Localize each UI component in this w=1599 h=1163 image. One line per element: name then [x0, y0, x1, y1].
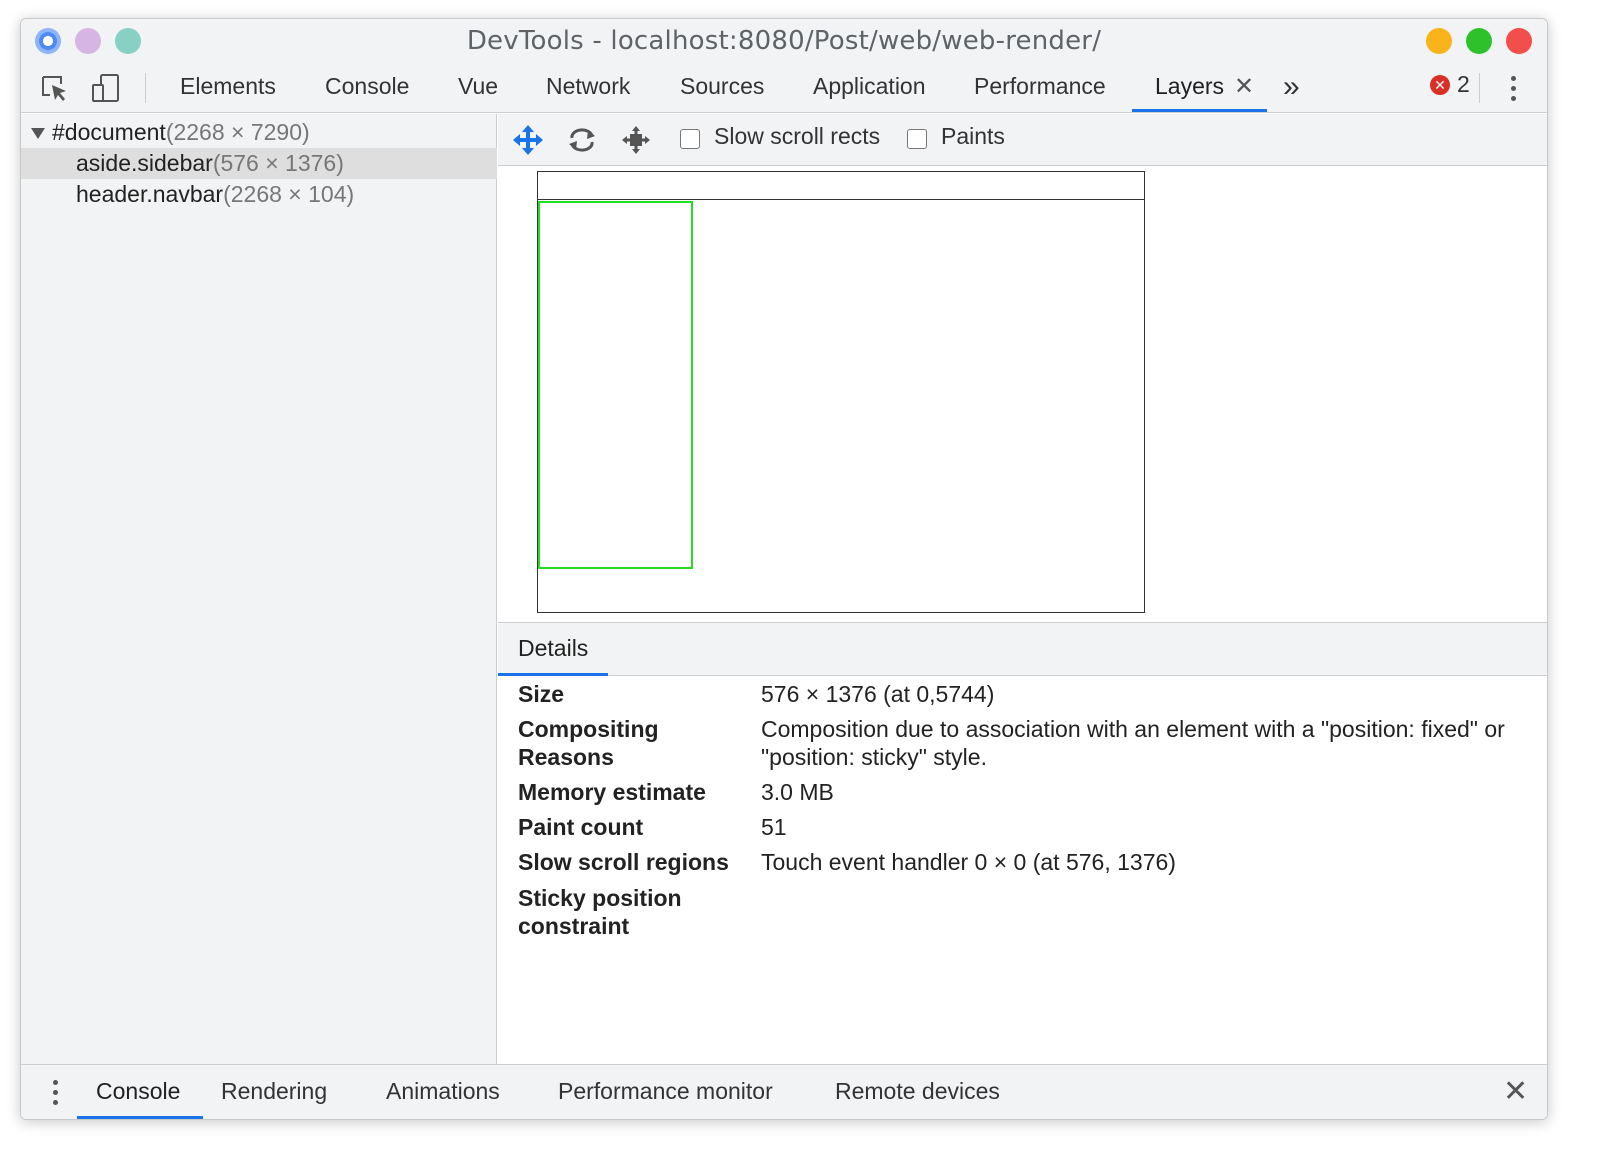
title-bar: DevTools - localhost:8080/Post/web/web-r…: [21, 19, 1547, 63]
drawer-tab-console[interactable]: Console: [96, 1065, 180, 1119]
details-tab-indicator: [498, 673, 608, 676]
window-dot-teal: [115, 28, 141, 54]
close-drawer-icon[interactable]: ✕: [1503, 1077, 1528, 1107]
tab-details[interactable]: Details: [518, 635, 588, 662]
details-tabbar: Details: [498, 622, 1547, 676]
more-tabs-icon[interactable]: »: [1283, 72, 1300, 102]
details-label: Paint count: [518, 814, 644, 840]
error-icon[interactable]: ✕: [1430, 75, 1450, 95]
customize-menu-icon[interactable]: [1509, 73, 1517, 103]
tab-vue[interactable]: Vue: [458, 63, 498, 113]
expand-arrow-icon[interactable]: [31, 128, 45, 139]
details-label: Sticky position constraint: [518, 885, 682, 939]
layers-toolbar: Slow scroll rects Paints: [498, 114, 1547, 166]
paints-label[interactable]: Paints: [941, 123, 1005, 150]
paints-checkbox[interactable]: [907, 129, 927, 149]
details-value: Touch event handler 0 × 0 (at 576, 1376): [761, 849, 1176, 875]
drawer-menu-icon[interactable]: [51, 1077, 59, 1109]
details-value: 3.0 MB: [761, 779, 834, 805]
layer-tree-panel: #document(2268 × 7290) aside.sidebar(576…: [21, 114, 497, 1064]
tab-sources[interactable]: Sources: [680, 63, 764, 113]
close-tab-icon[interactable]: ✕: [1234, 75, 1254, 99]
navbar-layer-rect[interactable]: [537, 171, 1145, 200]
layers-view-panel: Slow scroll rects Paints Details Size 57…: [498, 114, 1547, 1064]
tree-node-size: (2268 × 104): [223, 181, 355, 207]
details-label: Compositing Reasons: [518, 716, 659, 770]
tab-network[interactable]: Network: [546, 63, 630, 113]
toolbar-divider: [145, 73, 146, 103]
window-title: DevTools - localhost:8080/Post/web/web-r…: [466, 26, 1102, 56]
drawer-tab-performance-monitor[interactable]: Performance monitor: [558, 1065, 773, 1119]
minimize-button[interactable]: [1426, 28, 1452, 54]
tree-row-sidebar[interactable]: aside.sidebar(576 × 1376): [21, 148, 497, 179]
drawer-tab-remote-devices[interactable]: Remote devices: [835, 1065, 1000, 1119]
window-dot-purple: [75, 28, 101, 54]
tree-row-navbar[interactable]: header.navbar(2268 × 104): [21, 179, 497, 210]
tab-application[interactable]: Application: [813, 63, 926, 113]
tree-node-name: aside.sidebar: [76, 150, 213, 176]
tree-node-size: (2268 × 7290): [165, 119, 310, 145]
tab-layers[interactable]: Layers: [1155, 63, 1224, 113]
drawer-tab-rendering[interactable]: Rendering: [221, 1065, 327, 1119]
inspect-element-icon[interactable]: [39, 73, 69, 103]
tab-performance[interactable]: Performance: [974, 63, 1106, 113]
tree-node-name: header.navbar: [76, 181, 224, 207]
details-label: Memory estimate: [518, 779, 706, 805]
details-value: Composition due to association with an e…: [761, 716, 1505, 770]
slow-scroll-rects-label[interactable]: Slow scroll rects: [714, 123, 880, 150]
details-label: Slow scroll regions: [518, 849, 729, 875]
tree-row-document[interactable]: #document(2268 × 7290): [21, 117, 497, 148]
tree-node-size: (576 × 1376): [212, 150, 344, 176]
details-value: 576 × 1376 (at 0,5744): [761, 681, 995, 707]
active-tab-indicator: [1132, 109, 1267, 112]
slow-scroll-rects-checkbox[interactable]: [680, 129, 700, 149]
maximize-button[interactable]: [1466, 28, 1492, 54]
chrome-icon: [35, 28, 61, 54]
pan-mode-icon[interactable]: [512, 124, 544, 156]
close-window-button[interactable]: [1506, 28, 1532, 54]
toolbar-divider-right: [1479, 73, 1480, 103]
reset-transform-icon[interactable]: [620, 124, 652, 156]
tree-node-name: #document: [52, 119, 166, 145]
devtools-window: DevTools - localhost:8080/Post/web/web-r…: [20, 18, 1548, 1120]
drawer-tab-animations[interactable]: Animations: [386, 1065, 500, 1119]
layers-3d-viewport[interactable]: [498, 167, 1547, 622]
sidebar-layer-rect[interactable]: [538, 201, 693, 569]
drawer-active-tab-indicator: [77, 1116, 203, 1119]
tab-elements[interactable]: Elements: [180, 63, 276, 113]
rotate-mode-icon[interactable]: [566, 124, 598, 156]
details-value: 51: [761, 814, 787, 840]
drawer-tabbar: Console Rendering Animations Performance…: [21, 1064, 1547, 1119]
tab-console[interactable]: Console: [325, 63, 409, 113]
error-count[interactable]: 2: [1457, 71, 1470, 98]
details-label: Size: [518, 681, 565, 707]
device-toolbar-icon[interactable]: [91, 73, 121, 103]
main-toolbar: Elements Console Vue Network Sources App…: [21, 63, 1547, 113]
